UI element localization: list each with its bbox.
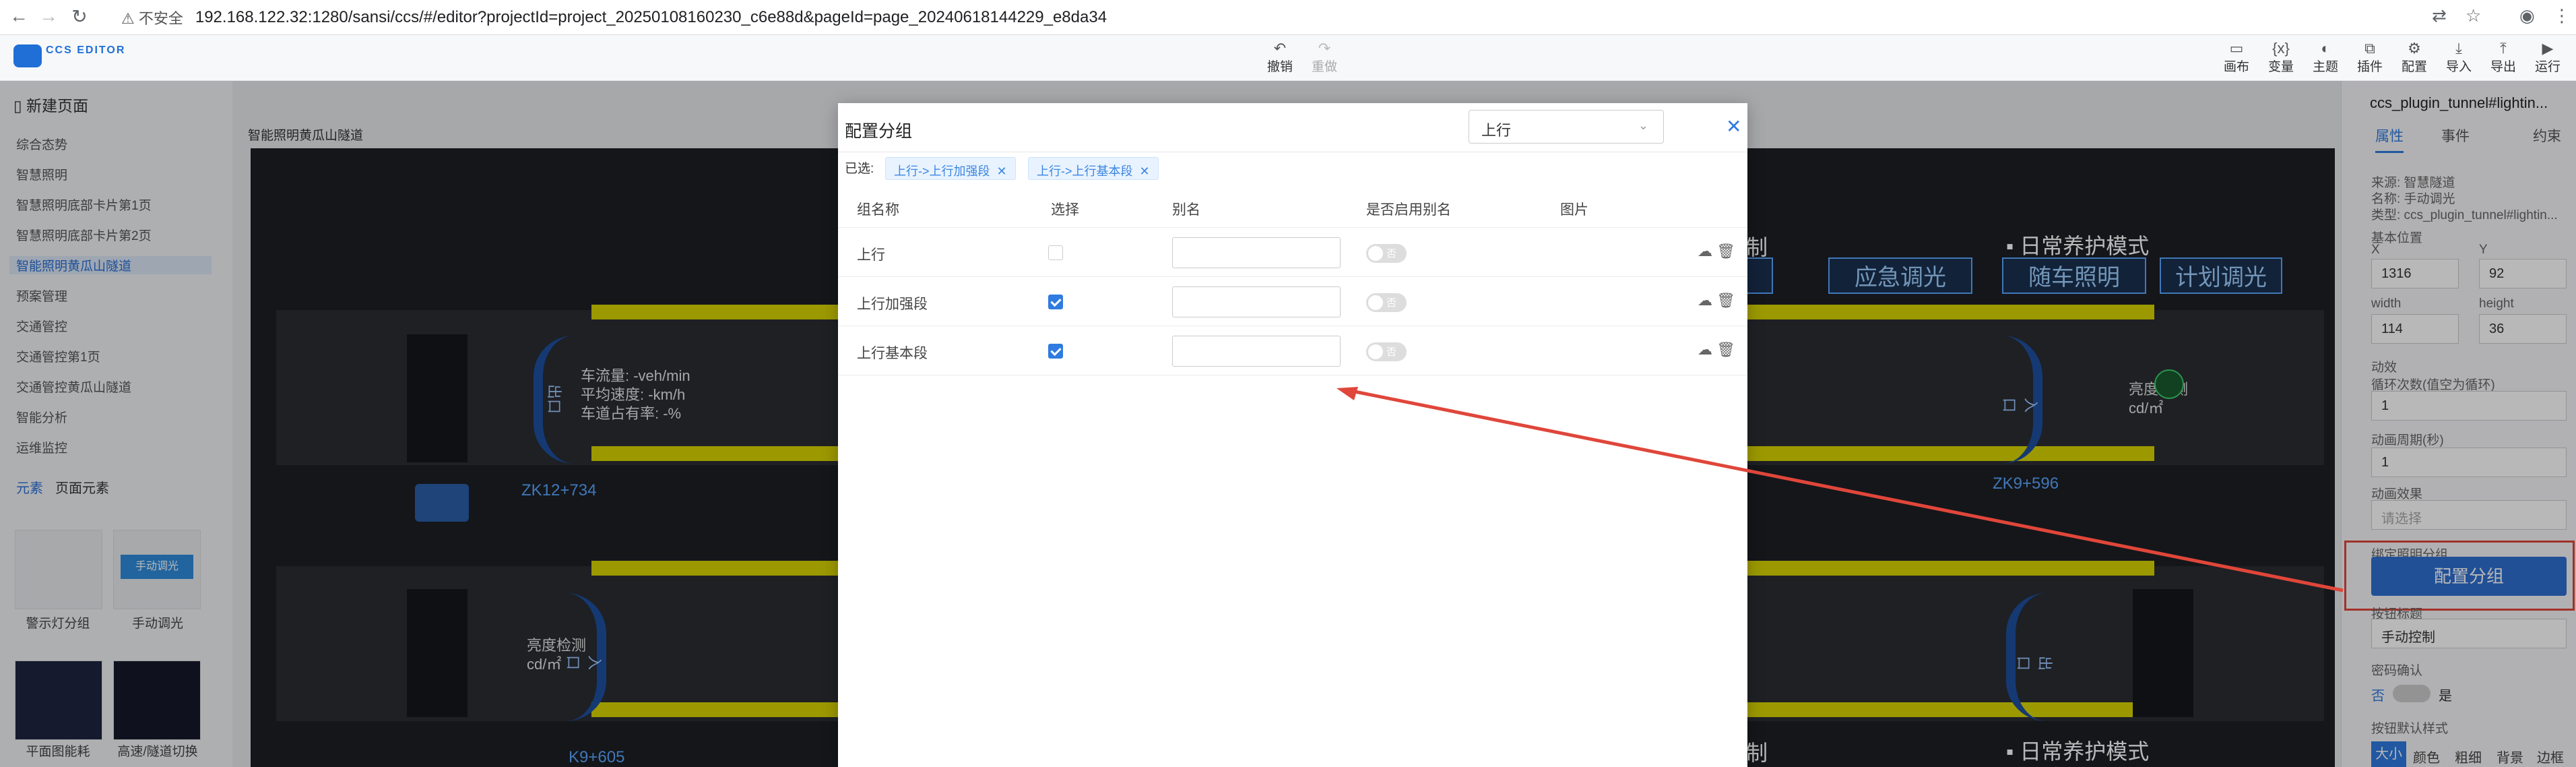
annotation-arrow bbox=[1337, 387, 2344, 592]
arrow-head bbox=[1337, 387, 1358, 400]
arrow-line bbox=[1344, 388, 2344, 592]
